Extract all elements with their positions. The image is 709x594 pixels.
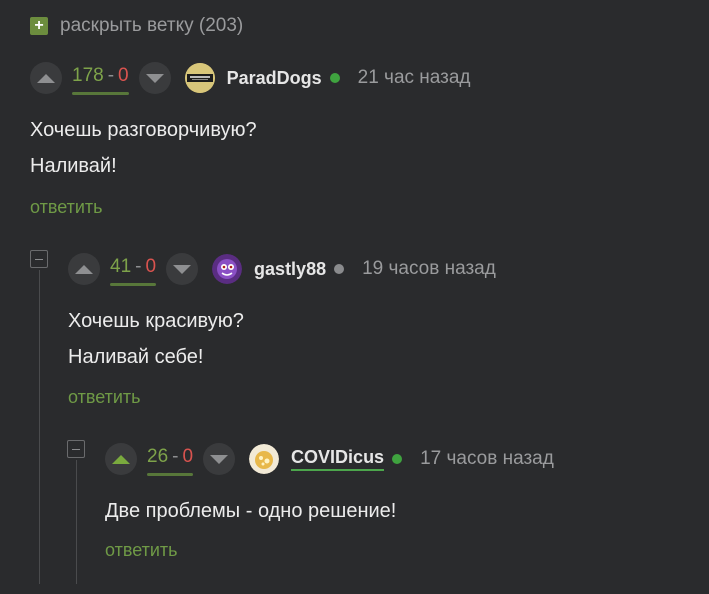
upvote-button[interactable]: [30, 62, 62, 94]
expand-thread-label[interactable]: раскрыть ветку (203): [60, 15, 243, 37]
comment-time[interactable]: 19 часов назад: [362, 258, 496, 280]
avatar[interactable]: [184, 63, 215, 93]
rating-minus: 0: [145, 255, 157, 277]
downvote-button[interactable]: [166, 253, 199, 285]
avatar-image: [212, 254, 243, 284]
plus-square-icon[interactable]: +: [30, 17, 48, 35]
reply-link[interactable]: ответить: [105, 540, 178, 561]
reply-link[interactable]: ответить: [68, 387, 141, 408]
comment-text: Хочешь разговорчивую?: [30, 119, 257, 141]
rating-minus: 0: [182, 445, 194, 467]
comment-text: Наливай себе!: [68, 346, 204, 368]
avatar[interactable]: [212, 254, 243, 284]
downvote-button[interactable]: [203, 443, 236, 475]
arrow-up-icon: [37, 73, 55, 83]
arrow-down-icon: [173, 264, 192, 274]
comment-time[interactable]: 21 час назад: [358, 67, 471, 89]
rating-separator: -: [172, 445, 179, 467]
avatar-image: [184, 63, 215, 93]
thread-line[interactable]: [39, 270, 40, 584]
rating-bar: [72, 91, 129, 95]
online-dot-icon: [392, 454, 403, 464]
comment-header-3: 26 - 0 COVIDicus 17 часов назад: [105, 443, 554, 476]
comment-text: Две проблемы - одно решение!: [105, 500, 397, 522]
upvote-button[interactable]: [68, 253, 100, 285]
rating-plus: 41: [110, 255, 132, 277]
rating-separator: -: [135, 255, 142, 277]
avatar-image: [249, 444, 280, 474]
avatar[interactable]: [249, 444, 280, 474]
arrow-down-icon: [210, 454, 229, 464]
expand-thread[interactable]: + раскрыть ветку (203): [30, 15, 243, 37]
comment-header-1: 178 - 0 ParadDogs 21 час назад: [30, 62, 471, 95]
arrow-down-icon: [145, 73, 164, 83]
rating-bar: [147, 472, 194, 476]
author-nick[interactable]: gastly88: [254, 259, 326, 280]
comment-time[interactable]: 17 часов назад: [420, 448, 554, 470]
comment-header-2: 41 - 0 gastly88 19 часов назад: [68, 253, 496, 286]
arrow-up-icon: [112, 454, 130, 464]
rating: 26 - 0: [147, 445, 194, 476]
collapse-thread-button[interactable]: [67, 440, 85, 458]
arrow-up-icon: [75, 264, 93, 274]
offline-dot-icon: [334, 264, 345, 274]
collapse-thread-button[interactable]: [30, 250, 48, 268]
rating-plus: 178: [72, 64, 104, 86]
thread-line[interactable]: [76, 460, 77, 584]
author-nick[interactable]: ParadDogs: [227, 68, 322, 89]
comment-text: Хочешь красивую?: [68, 310, 244, 332]
comment-text: Наливай!: [30, 155, 117, 177]
rating-minus: 0: [118, 64, 129, 86]
downvote-button[interactable]: [138, 62, 171, 94]
rating-plus: 26: [147, 445, 169, 467]
rating: 41 - 0: [110, 255, 157, 286]
rating-bar: [110, 282, 157, 286]
rating: 178 - 0: [72, 64, 129, 95]
online-dot-icon: [329, 73, 340, 83]
upvote-button[interactable]: [105, 443, 137, 475]
minus-square-icon: [35, 258, 43, 260]
reply-link[interactable]: ответить: [30, 197, 103, 218]
author-nick[interactable]: COVIDicus: [291, 447, 385, 471]
minus-square-icon: [72, 448, 80, 450]
rating-separator: -: [107, 64, 115, 86]
